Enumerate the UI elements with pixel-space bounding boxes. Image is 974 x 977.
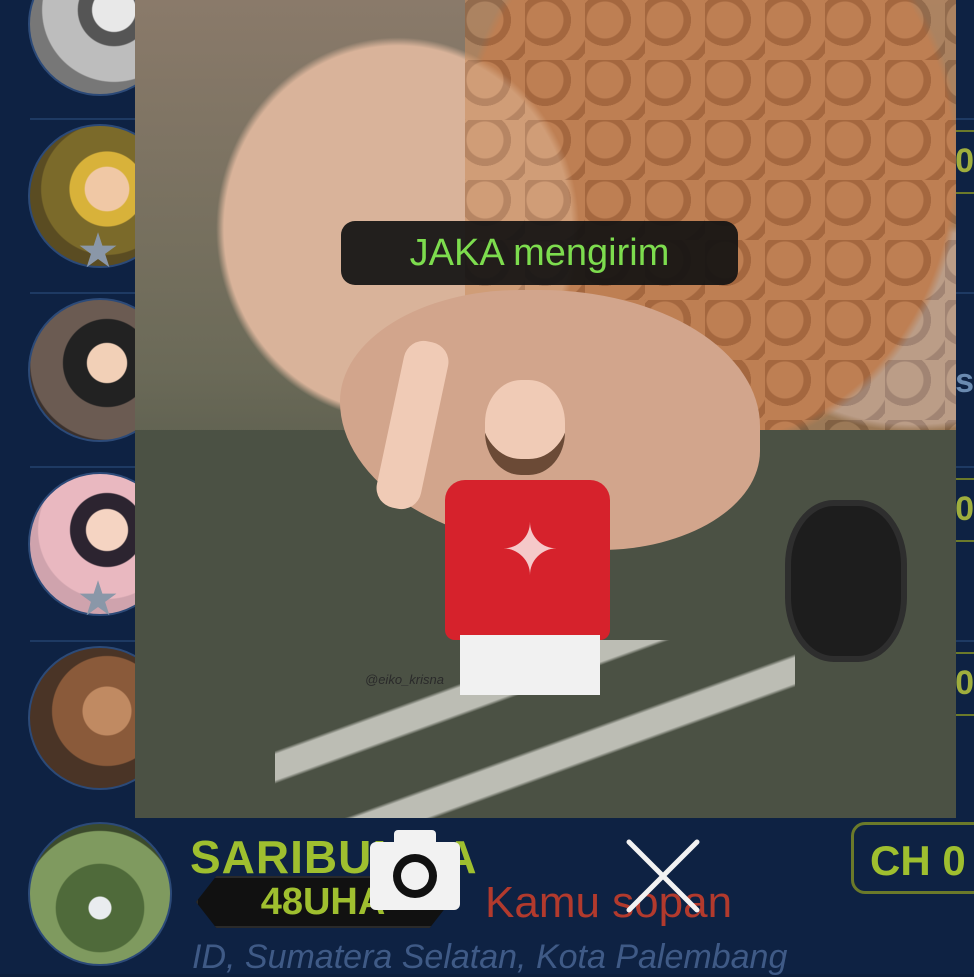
watermark-text: @eiko_krisna — [365, 672, 444, 687]
wristwatch — [785, 500, 907, 662]
sticker-skirt — [460, 635, 600, 695]
close-icon — [626, 839, 700, 913]
gift-notice: JAKA mengirim — [341, 221, 738, 285]
garuda-emblem-icon: ✦ — [500, 511, 560, 589]
sticker-face — [485, 380, 565, 475]
channel-chip[interactable]: CH 0 — [851, 822, 974, 894]
close-button[interactable] — [623, 836, 703, 916]
location-text: ID, Sumatera Selatan, Kota Palembang — [192, 938, 788, 976]
star-icon: ★ — [76, 573, 120, 626]
photo-preview: ✦ @eiko_krisna — [135, 0, 956, 818]
star-icon: ★ — [76, 225, 120, 278]
gift-sticker: ✦ — [372, 337, 690, 695]
sticker-arm — [372, 337, 453, 513]
camera-icon — [370, 830, 460, 910]
camera-button[interactable] — [370, 828, 460, 910]
avatar-current-user[interactable] — [28, 822, 172, 966]
